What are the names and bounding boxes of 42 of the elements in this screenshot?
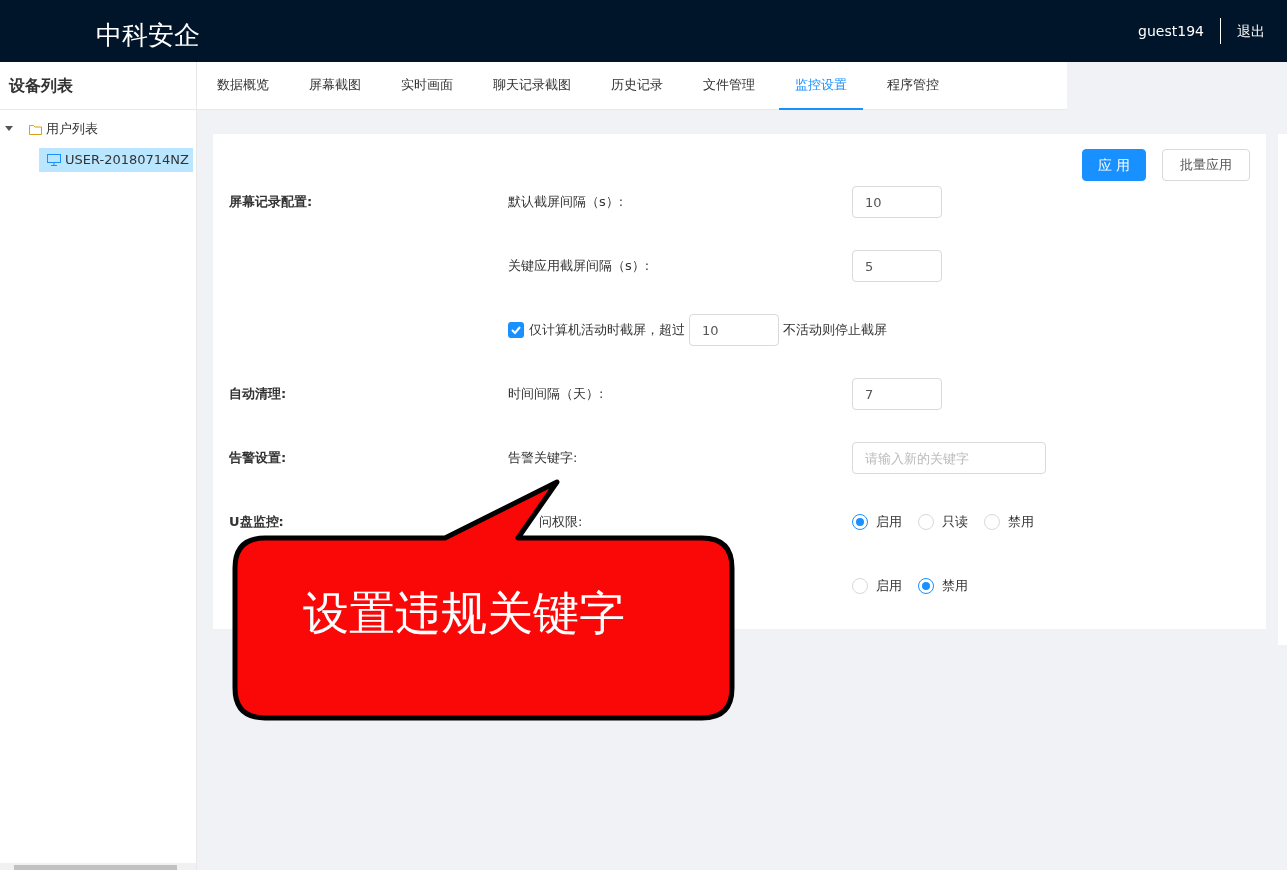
tab[interactable]: 程序管控 (871, 62, 955, 110)
logout-link[interactable]: 退出 (1237, 20, 1265, 42)
folder-icon (29, 123, 42, 135)
batch-apply-button[interactable]: 批量应用 (1162, 149, 1250, 181)
field-label: 问权限: (539, 513, 583, 532)
tree-item[interactable]: 用户列表 (46, 119, 98, 139)
section-label: 屏幕记录配置: (229, 193, 313, 212)
callout-text: 设置违规关键字 (303, 586, 625, 642)
field-label: 不活动则停止截屏 (783, 321, 887, 340)
radio-label: 禁用 (1008, 513, 1034, 532)
number-field[interactable]: 10 (689, 314, 779, 346)
radio-label: 禁用 (942, 577, 968, 596)
field-label: 告警关键字: (508, 449, 578, 468)
tab[interactable]: 实时画面 (385, 62, 469, 110)
checkbox[interactable] (508, 322, 524, 338)
tree-item[interactable]: USER-20180714NZ (39, 148, 193, 172)
number-field[interactable]: 7 (852, 378, 942, 410)
number-field[interactable]: 10 (852, 186, 942, 218)
caret-icon[interactable] (5, 126, 13, 132)
tab[interactable]: 数据概览 (201, 62, 285, 110)
scrollbar[interactable] (0, 863, 196, 870)
tab[interactable]: 文件管理 (687, 62, 771, 110)
tab[interactable]: 屏幕截图 (293, 62, 377, 110)
number-field[interactable]: 5 (852, 250, 942, 282)
radio-label: 启用 (876, 577, 902, 596)
field-label: 时间间隔（天）: (508, 385, 604, 404)
device-name: USER-20180714NZ (65, 151, 189, 170)
computer-icon (47, 154, 61, 166)
section-label: 告警设置: (229, 449, 287, 468)
radio-label: 只读 (942, 513, 968, 532)
field-label: 关键应用截屏间隔（s）: (508, 257, 650, 276)
section-label: 自动清理: (229, 385, 287, 404)
app-title: 中科安企 (96, 18, 200, 52)
tab[interactable]: 聊天记录截图 (477, 62, 587, 110)
sidebar-title: 设备列表 (0, 62, 196, 110)
checkbox-label: 仅计算机活动时截屏，超过 (529, 321, 685, 340)
tab[interactable]: 历史记录 (595, 62, 679, 110)
radio-label: 启用 (876, 513, 902, 532)
keyword-field[interactable]: 请输入新的关键字 (852, 442, 1046, 474)
section-label: U盘监控: (229, 513, 284, 532)
username: guest194 (1138, 21, 1204, 41)
field-label: 默认截屏间隔（s）: (508, 193, 624, 212)
